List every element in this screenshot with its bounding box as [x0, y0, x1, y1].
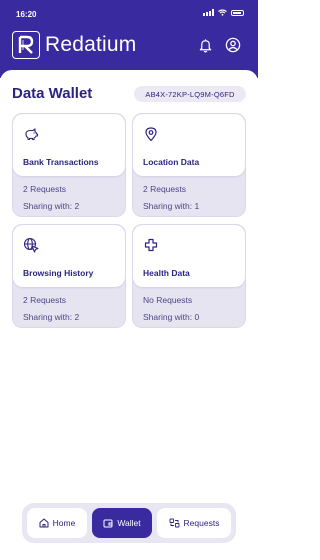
card-header: Health Data — [133, 225, 245, 287]
piggy-bank-icon — [25, 128, 39, 141]
location-pin-icon — [145, 127, 157, 142]
notifications-button[interactable] — [196, 36, 214, 54]
card-label: Location Data — [143, 157, 200, 167]
medical-cross-icon — [144, 238, 158, 252]
wifi-icon — [218, 9, 227, 16]
card-requests: 2 Requests — [143, 184, 186, 194]
app-header: 16:20 Redatium — [0, 0, 258, 78]
wallet-icon — [103, 519, 113, 528]
nav-home-label: Home — [52, 518, 76, 528]
card-sharing: Sharing with: 2 — [23, 201, 80, 211]
nav-requests-label: Requests — [183, 518, 220, 528]
card-browsing-history[interactable]: Browsing History 2 Requests Sharing with… — [12, 224, 126, 328]
wallet-id-badge[interactable]: AB4X-72KP-LQ9M-Q6FD — [134, 86, 246, 102]
home-icon — [39, 518, 49, 528]
card-label: Health Data — [143, 268, 190, 278]
card-sharing: Sharing with: 0 — [143, 312, 200, 322]
card-header: Location Data — [133, 114, 245, 176]
card-label: Bank Transactions — [23, 157, 99, 167]
card-bank-transactions[interactable]: Bank Transactions 2 Requests Sharing wit… — [12, 113, 126, 217]
profile-button[interactable] — [224, 36, 242, 54]
status-icons — [203, 9, 244, 16]
card-requests: 2 Requests — [23, 295, 66, 305]
globe-cursor-icon — [23, 237, 39, 253]
logo-icon — [12, 31, 40, 59]
card-health-data[interactable]: Health Data No Requests Sharing with: 0 — [132, 224, 246, 328]
nav-requests-button[interactable]: Requests — [157, 508, 231, 538]
card-header: Browsing History — [13, 225, 125, 287]
card-sharing: Sharing with: 1 — [143, 201, 200, 211]
nav-wallet-label: Wallet — [117, 518, 141, 528]
status-bar: 16:20 — [0, 0, 258, 28]
signal-icon — [203, 9, 214, 16]
user-icon — [225, 37, 241, 53]
status-time: 16:20 — [16, 10, 37, 19]
card-sharing: Sharing with: 2 — [23, 312, 80, 322]
card-label: Browsing History — [23, 268, 94, 278]
card-requests: No Requests — [143, 295, 193, 305]
swap-requests-icon — [169, 518, 179, 528]
battery-icon — [231, 9, 244, 16]
card-location-data[interactable]: Location Data 2 Requests Sharing with: 1 — [132, 113, 246, 217]
main-content: Data Wallet AB4X-72KP-LQ9M-Q6FD Bank Tra… — [0, 70, 258, 560]
bell-icon — [199, 38, 211, 52]
nav-home-button[interactable]: Home — [27, 508, 87, 538]
card-requests: 2 Requests — [23, 184, 66, 194]
bottom-nav: Home Wallet Requests — [22, 503, 236, 543]
nav-wallet-button[interactable]: Wallet — [92, 508, 152, 538]
app-name: Redatium — [45, 33, 137, 56]
page-title: Data Wallet — [12, 85, 93, 102]
card-header: Bank Transactions — [13, 114, 125, 176]
